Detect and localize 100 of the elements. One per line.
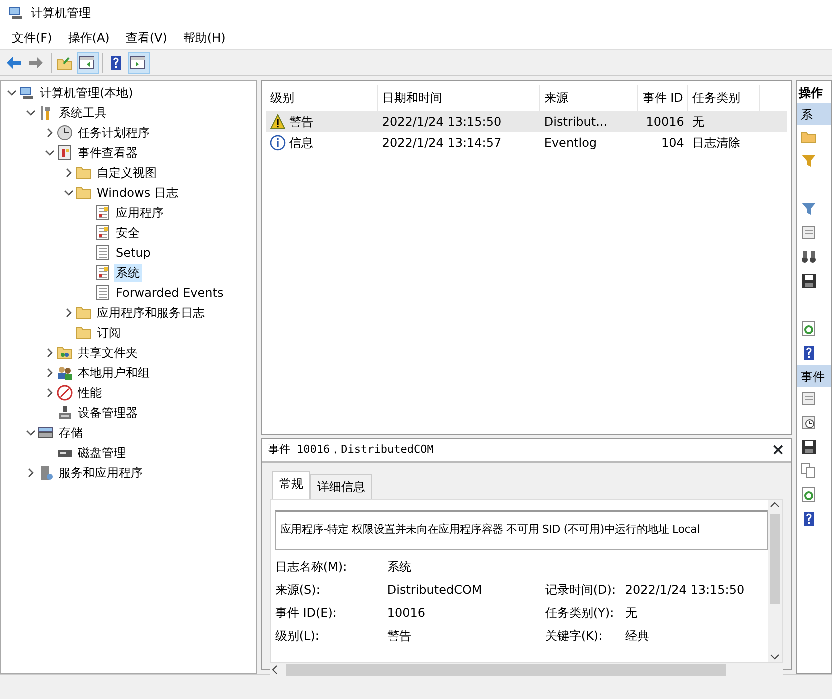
detail-title: 事件 10016，DistributedCOM xyxy=(268,442,434,458)
log-icon xyxy=(95,265,111,281)
scroll-left-icon[interactable] xyxy=(270,665,280,675)
folder-icon xyxy=(76,325,92,341)
floppy-icon xyxy=(801,439,818,455)
field-value: 10016 xyxy=(387,605,427,622)
toolbar-button[interactable] xyxy=(128,52,150,74)
tree-item[interactable]: 磁盘管理 xyxy=(76,444,128,462)
clock-icon xyxy=(57,125,73,141)
tree-item[interactable]: Windows 日志 xyxy=(95,184,180,202)
tree-item[interactable]: Setup xyxy=(114,244,153,262)
tree-item[interactable]: 事件查看器 xyxy=(76,144,140,162)
table-cell-text: 2022/1/24 13:15:50 xyxy=(381,114,503,130)
table-cell-text: 10016 xyxy=(645,114,686,130)
field-value: 系统 xyxy=(387,559,412,576)
field-label: 日志名称(M): xyxy=(275,559,348,576)
table-cell-text: Eventlog xyxy=(543,134,598,152)
section-header[interactable]: 系 xyxy=(797,103,831,125)
computer-icon xyxy=(8,5,24,21)
tree-item[interactable]: 订阅 xyxy=(95,324,123,342)
refresh-icon xyxy=(801,321,818,337)
tree-item[interactable]: 存储 xyxy=(57,424,85,442)
refresh-icon xyxy=(801,487,818,503)
table-cell-text: 无 xyxy=(691,114,706,130)
tree-item[interactable]: 服务和应用程序 xyxy=(57,464,145,482)
table-cell-text: Distribut... xyxy=(543,114,609,130)
filter-icon xyxy=(801,153,818,169)
window-title: 计算机管理 xyxy=(31,5,91,22)
tab[interactable]: 常规 xyxy=(272,471,310,499)
forward-icon xyxy=(28,54,44,70)
field-value: 2022/1/24 13:15:50 xyxy=(625,582,746,599)
properties-icon xyxy=(801,225,818,241)
table-cell-text: 信息 xyxy=(289,134,314,152)
clock-icon xyxy=(801,415,818,431)
folder-up-icon xyxy=(56,54,72,70)
storage-icon xyxy=(38,425,54,441)
info-icon xyxy=(270,134,286,150)
tree-item[interactable]: 系统 xyxy=(114,264,142,282)
toolbar-button[interactable] xyxy=(77,52,99,74)
field-label: 记录时间(D): xyxy=(545,582,618,599)
scroll-down-icon[interactable] xyxy=(770,652,780,662)
warning-icon xyxy=(270,114,286,130)
menu-item[interactable]: 帮助(H) xyxy=(175,29,234,46)
field-value: 警告 xyxy=(387,628,412,645)
back-icon xyxy=(6,54,22,70)
field-label: 关键字(K): xyxy=(545,628,604,645)
tree-item[interactable]: 本地用户和组 xyxy=(76,364,152,382)
tree-item[interactable]: 设备管理器 xyxy=(76,404,140,422)
field-value: 无 xyxy=(625,605,638,622)
tree-item[interactable]: Forwarded Events xyxy=(114,284,226,302)
tree-item[interactable]: 安全 xyxy=(114,224,142,242)
users-icon xyxy=(57,365,73,381)
event-row[interactable]: 信息 2022/1/24 13:14:57 Eventlog 104 日志清除 xyxy=(266,132,788,153)
log-book-icon xyxy=(57,145,73,161)
menu-item[interactable]: 文件(F) xyxy=(4,29,60,46)
device-icon xyxy=(57,405,73,421)
field-value: 经典 xyxy=(625,628,650,645)
shared-folder-icon xyxy=(57,345,73,361)
tree-item[interactable]: 自定义视图 xyxy=(95,164,159,182)
field-label: 级别(L): xyxy=(275,628,320,645)
vertical-scrollbar[interactable] xyxy=(768,500,782,662)
field-label: 事件 ID(E): xyxy=(275,605,338,622)
tree-item[interactable]: 应用程序和服务日志 xyxy=(95,304,207,322)
document-icon xyxy=(95,245,111,261)
copy-icon xyxy=(801,463,818,479)
computer-icon xyxy=(19,85,35,101)
filter-icon xyxy=(801,201,818,217)
log-icon xyxy=(95,225,111,241)
table-cell-text: 104 xyxy=(660,134,686,152)
tree-item[interactable]: 性能 xyxy=(76,384,104,402)
actions-header: 操作 xyxy=(798,85,824,102)
table-cell-text: 警告 xyxy=(289,114,314,130)
folder-icon xyxy=(76,305,92,321)
folder-icon xyxy=(76,165,92,181)
server-icon xyxy=(38,465,54,481)
tree-item[interactable]: 任务计划程序 xyxy=(76,124,152,142)
log-icon xyxy=(95,205,111,221)
folder-icon xyxy=(76,185,92,201)
close-button[interactable]: × xyxy=(772,442,786,458)
pane-icon xyxy=(130,54,146,70)
document-icon xyxy=(95,285,111,301)
tree-item[interactable]: 系统工具 xyxy=(57,104,109,122)
section-header[interactable]: 事件 xyxy=(797,365,831,387)
table-cell-text: 2022/1/24 13:14:57 xyxy=(381,134,503,152)
tree-item[interactable]: 共享文件夹 xyxy=(76,344,140,362)
pane-icon xyxy=(78,54,94,70)
tab[interactable]: 详细信息 xyxy=(310,474,372,499)
field-value: DistributedCOM xyxy=(387,582,484,599)
menu-item[interactable]: 查看(V) xyxy=(118,29,176,46)
field-label: 来源(S): xyxy=(275,582,322,599)
tree-item[interactable]: 应用程序 xyxy=(114,204,166,222)
table-cell-text: 日志清除 xyxy=(691,134,742,152)
tree-item[interactable]: 计算机管理(本地) xyxy=(38,84,136,102)
event-row[interactable]: 警告 2022/1/24 13:15:50 Distribut... 10016 无 xyxy=(266,111,788,132)
menu-item[interactable]: 操作(A) xyxy=(60,29,118,46)
field-label: 任务类别(Y): xyxy=(545,605,616,622)
floppy-icon xyxy=(801,273,818,289)
description-field: 应用程序-特定 权限设置并未向在应用程序容器 不可用 SID (不可用)中运行的地址 Local xyxy=(275,510,768,550)
properties-icon xyxy=(801,391,818,407)
scroll-up-icon[interactable] xyxy=(770,500,780,510)
